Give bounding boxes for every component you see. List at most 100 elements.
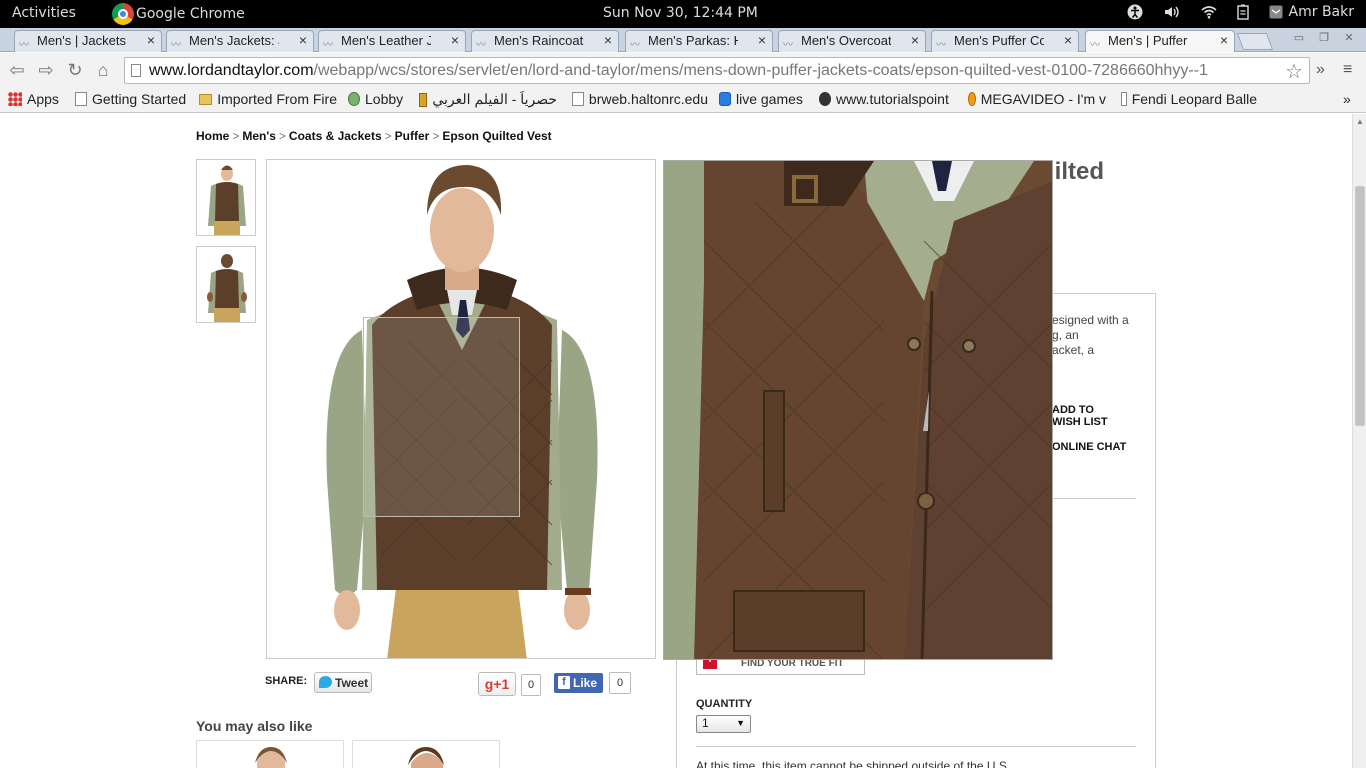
bookmark-label: حصرياً - الفيلم العربي <box>432 91 557 107</box>
facebook-like-button[interactable]: f Like <box>554 673 603 693</box>
tab-close-icon[interactable]: × <box>451 32 459 48</box>
bookmarks-overflow-icon[interactable]: » <box>1343 91 1351 107</box>
quantity-label: QUANTITY <box>696 698 753 710</box>
tab-close-icon[interactable]: × <box>604 32 612 48</box>
bookmark-label: MEGAVIDEO - I'm v <box>980 91 1106 107</box>
bookmark-label: www.tutorialspoint <box>836 91 949 107</box>
breadcrumb-home[interactable]: Home <box>196 129 229 143</box>
tab-favicon-icon: 〰 <box>476 40 486 51</box>
recommended-product[interactable] <box>196 740 344 768</box>
extensions-overflow-icon[interactable]: » <box>1316 61 1325 79</box>
add-to-wish-list-link[interactable]: ADD TO WISH LIST <box>1052 404 1108 428</box>
page-scrollbar[interactable]: ▲ <box>1352 114 1366 768</box>
quantity-value: 1 <box>702 716 709 730</box>
scroll-up-icon[interactable]: ▲ <box>1356 117 1364 126</box>
tab-close-icon[interactable]: × <box>911 32 919 48</box>
bookmark-getting-started[interactable]: Getting Started <box>75 91 186 107</box>
back-icon[interactable]: ⇦ <box>6 60 28 81</box>
you-may-also-like-heading: You may also like <box>196 718 313 734</box>
reload-icon[interactable]: ↻ <box>64 60 86 81</box>
tab-title: Men's Parkas: H <box>648 33 738 48</box>
tab-close-icon[interactable]: × <box>147 32 155 48</box>
tab[interactable]: 〰 Men's Parkas: H × <box>625 30 773 52</box>
tweet-label: Tweet <box>335 676 369 690</box>
bookmark-arabic-film[interactable]: حصرياً - الفيلم العربي <box>419 91 557 108</box>
breadcrumb-separator: > <box>278 129 286 143</box>
user-menu[interactable]: Amr Bakr <box>1269 4 1354 20</box>
user-name: Amr Bakr <box>1288 4 1354 20</box>
recommended-product[interactable] <box>352 740 500 768</box>
tab[interactable]: 〰 Men's Raincoats × <box>471 30 619 52</box>
page-icon <box>1121 92 1127 106</box>
quantity-select[interactable]: 1 ▼ <box>696 715 751 733</box>
chrome-menu-icon[interactable]: ≡ <box>1343 61 1352 79</box>
tab-close-icon[interactable]: × <box>1220 32 1228 48</box>
breadcrumb-puffer[interactable]: Puffer <box>395 129 430 143</box>
new-tab-button[interactable] <box>1236 33 1274 50</box>
home-icon[interactable]: ⌂ <box>92 60 114 81</box>
lobby-icon <box>348 92 360 106</box>
app-menu[interactable]: Google Chrome <box>112 2 245 26</box>
tab-title: Men's | Jackets <box>37 33 126 48</box>
bookmark-megavideo[interactable]: MEGAVIDEO - I'm v <box>968 91 1106 107</box>
browser-toolbar: ⇦ ⇨ ↻ ⌂ www.lordandtaylor.com/webapp/wcs… <box>0 53 1366 88</box>
breadcrumb-mens[interactable]: Men's <box>242 129 276 143</box>
google-plus-count: 0 <box>521 674 541 696</box>
bookmark-live-games[interactable]: live games <box>719 91 803 107</box>
tab-favicon-icon: 〰 <box>323 40 333 51</box>
tab[interactable]: 〰 Men's Leather Ja × <box>318 30 466 52</box>
recommended-product-image <box>408 747 444 768</box>
bookmark-label: Fendi Leopard Balle <box>1131 91 1257 107</box>
page-info-icon[interactable] <box>131 64 141 77</box>
app-name: Google Chrome <box>136 6 245 22</box>
bookmark-star-icon[interactable]: ☆ <box>1285 59 1303 84</box>
close-window-icon[interactable]: ✕ <box>1339 31 1359 46</box>
address-bar[interactable]: www.lordandtaylor.com/webapp/wcs/stores/… <box>124 57 1310 84</box>
bookmark-imported-folder[interactable]: Imported From Fire <box>199 91 337 107</box>
shipping-note: At this time, this item cannot be shippe… <box>696 759 1011 768</box>
bookmark-label: Getting Started <box>92 91 187 107</box>
product-thumbnail-front[interactable] <box>196 159 256 236</box>
minimize-icon[interactable]: ▭ <box>1289 31 1309 46</box>
zoomed-product-view <box>663 160 1053 660</box>
google-plus-button[interactable]: g+1 <box>478 672 516 696</box>
maximize-icon[interactable]: ❐ <box>1314 31 1334 46</box>
activities-button[interactable]: Activities <box>12 5 76 21</box>
tab[interactable]: 〰 Men's Overcoat × <box>778 30 926 52</box>
tab-close-icon[interactable]: × <box>758 32 766 48</box>
product-main-image[interactable] <box>266 159 656 659</box>
online-chat-link[interactable]: ONLINE CHAT <box>1052 441 1126 453</box>
bookmark-apps[interactable]: Apps <box>8 91 59 107</box>
bookmark-fendi[interactable]: Fendi Leopard Balle <box>1121 91 1257 107</box>
clock[interactable]: Sun Nov 30, 12:44 PM <box>603 5 758 21</box>
zoom-lens[interactable] <box>363 317 520 517</box>
tab-active[interactable]: 〰 Men's | Puffer × <box>1085 30 1235 52</box>
bookmark-tutorialspoint[interactable]: www.tutorialspoint <box>819 91 957 107</box>
scrollbar-thumb[interactable] <box>1355 186 1365 426</box>
tab-title: Men's Raincoats <box>494 33 584 48</box>
tweet-button[interactable]: Tweet <box>314 672 372 693</box>
bookmark-label: brweb.haltonrc.edu <box>588 91 708 107</box>
forward-icon[interactable]: ⇨ <box>35 60 57 81</box>
bookmark-lobby[interactable]: Lobby <box>348 91 403 107</box>
bookmark-brweb[interactable]: brweb.haltonrc.edu <box>572 91 708 107</box>
tab-close-icon[interactable]: × <box>1064 32 1072 48</box>
chrome-logo-icon <box>112 3 134 25</box>
tab-close-icon[interactable]: × <box>299 32 307 48</box>
system-tray[interactable]: Amr Bakr <box>1127 4 1354 20</box>
breadcrumb: Home > Men's > Coats & Jackets > Puffer > Epson … <box>196 129 552 143</box>
product-thumbnail-back[interactable] <box>196 246 256 323</box>
user-icon <box>1269 5 1283 19</box>
tab-title: Men's Jackets: J <box>189 33 279 48</box>
bookmark-label: Lobby <box>365 91 404 107</box>
tab[interactable]: 〰 Men's Puffer Co × <box>931 30 1079 52</box>
breadcrumb-separator: > <box>384 129 392 143</box>
breadcrumb-coats-jackets[interactable]: Coats & Jackets <box>289 129 382 143</box>
divider <box>696 746 1136 747</box>
twitter-bird-icon <box>319 676 332 688</box>
tab-favicon-icon: 〰 <box>19 40 29 51</box>
volume-icon <box>1164 6 1179 18</box>
tab[interactable]: 〰 Men's | Jackets × <box>14 30 162 52</box>
breadcrumb-separator: > <box>432 129 440 143</box>
tab[interactable]: 〰 Men's Jackets: J × <box>166 30 314 52</box>
